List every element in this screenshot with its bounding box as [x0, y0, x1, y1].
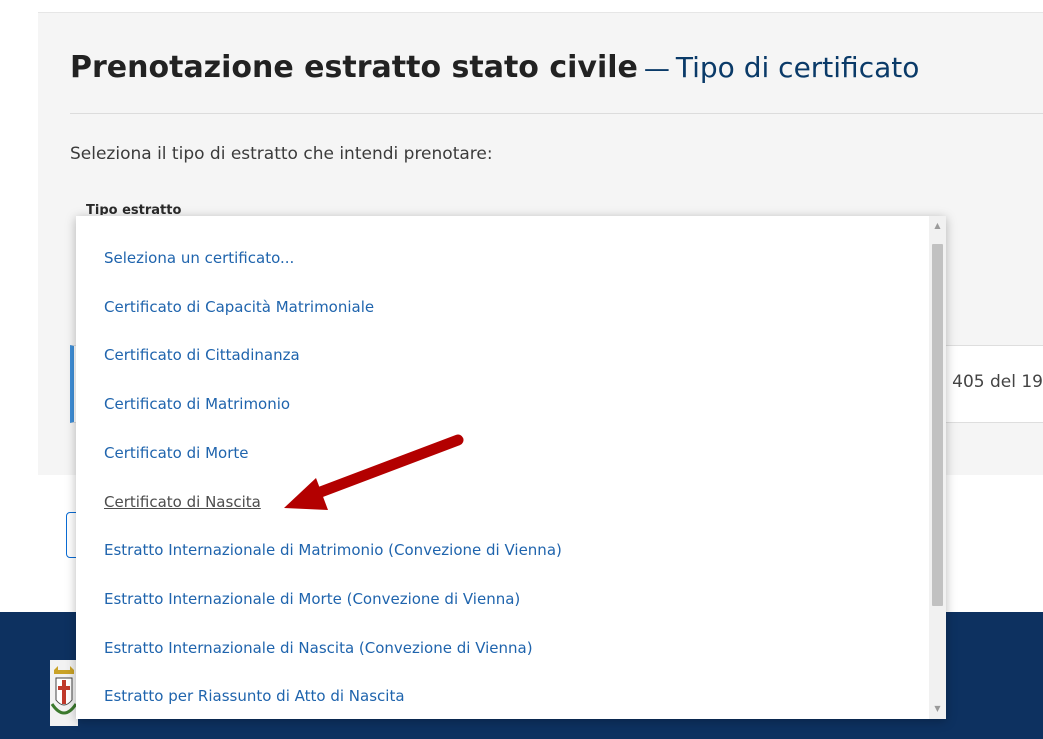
- option-matrimonio[interactable]: Certificato di Matrimonio: [104, 395, 290, 413]
- title-divider: [70, 113, 1043, 114]
- callout-text: e 405 del 19: [936, 372, 1043, 392]
- field-label-tipo-estratto: Tipo estratto: [86, 203, 182, 215]
- scrollbar-thumb[interactable]: [932, 244, 943, 606]
- page-title: Prenotazione estratto stato civile — Tipo …: [70, 50, 919, 85]
- dropdown-scrollbar[interactable]: ▲ ▼: [929, 216, 946, 719]
- certificate-type-dropdown-list[interactable]: Seleziona un certificato... Certificato …: [76, 216, 946, 719]
- option-internazionale-morte[interactable]: Estratto Internazionale di Morte (Convez…: [104, 590, 520, 608]
- option-riassunto-nascita[interactable]: Estratto per Riassunto di Atto di Nascit…: [104, 687, 405, 705]
- triangle-up-icon[interactable]: ▲: [929, 218, 946, 234]
- option-internazionale-nascita[interactable]: Estratto Internazionale di Nascita (Conv…: [104, 639, 533, 657]
- option-morte[interactable]: Certificato di Morte: [104, 444, 249, 462]
- title-separator: —: [643, 54, 670, 84]
- option-cittadinanza[interactable]: Certificato di Cittadinanza: [104, 346, 300, 364]
- instruction-text: Seleziona il tipo di estratto che intend…: [70, 144, 493, 164]
- option-internazionale-matrimonio[interactable]: Estratto Internazionale di Matrimonio (C…: [104, 541, 562, 559]
- triangle-down-icon[interactable]: ▼: [929, 701, 946, 717]
- red-arrow-icon: [284, 434, 464, 510]
- option-capacita-matrimoniale[interactable]: Certificato di Capacità Matrimoniale: [104, 298, 374, 316]
- page-subtitle: Tipo di certificato: [675, 51, 920, 84]
- page-title-text: Prenotazione estratto stato civile: [70, 50, 638, 85]
- option-nascita[interactable]: Certificato di Nascita: [104, 493, 261, 511]
- option-seleziona[interactable]: Seleziona un certificato...: [104, 249, 294, 267]
